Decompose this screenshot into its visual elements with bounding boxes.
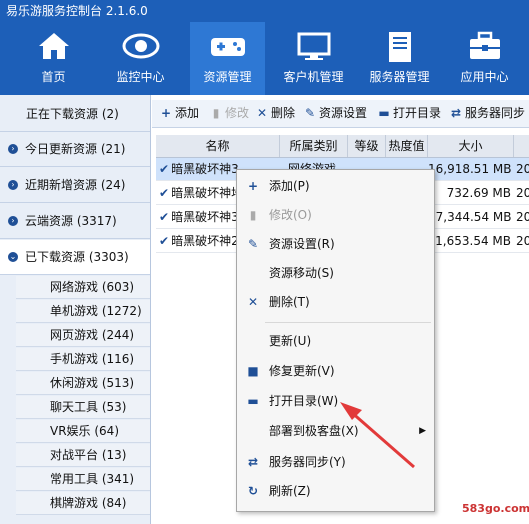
annotation-arrow [340, 402, 415, 469]
watermark: 583go.com [462, 502, 529, 515]
